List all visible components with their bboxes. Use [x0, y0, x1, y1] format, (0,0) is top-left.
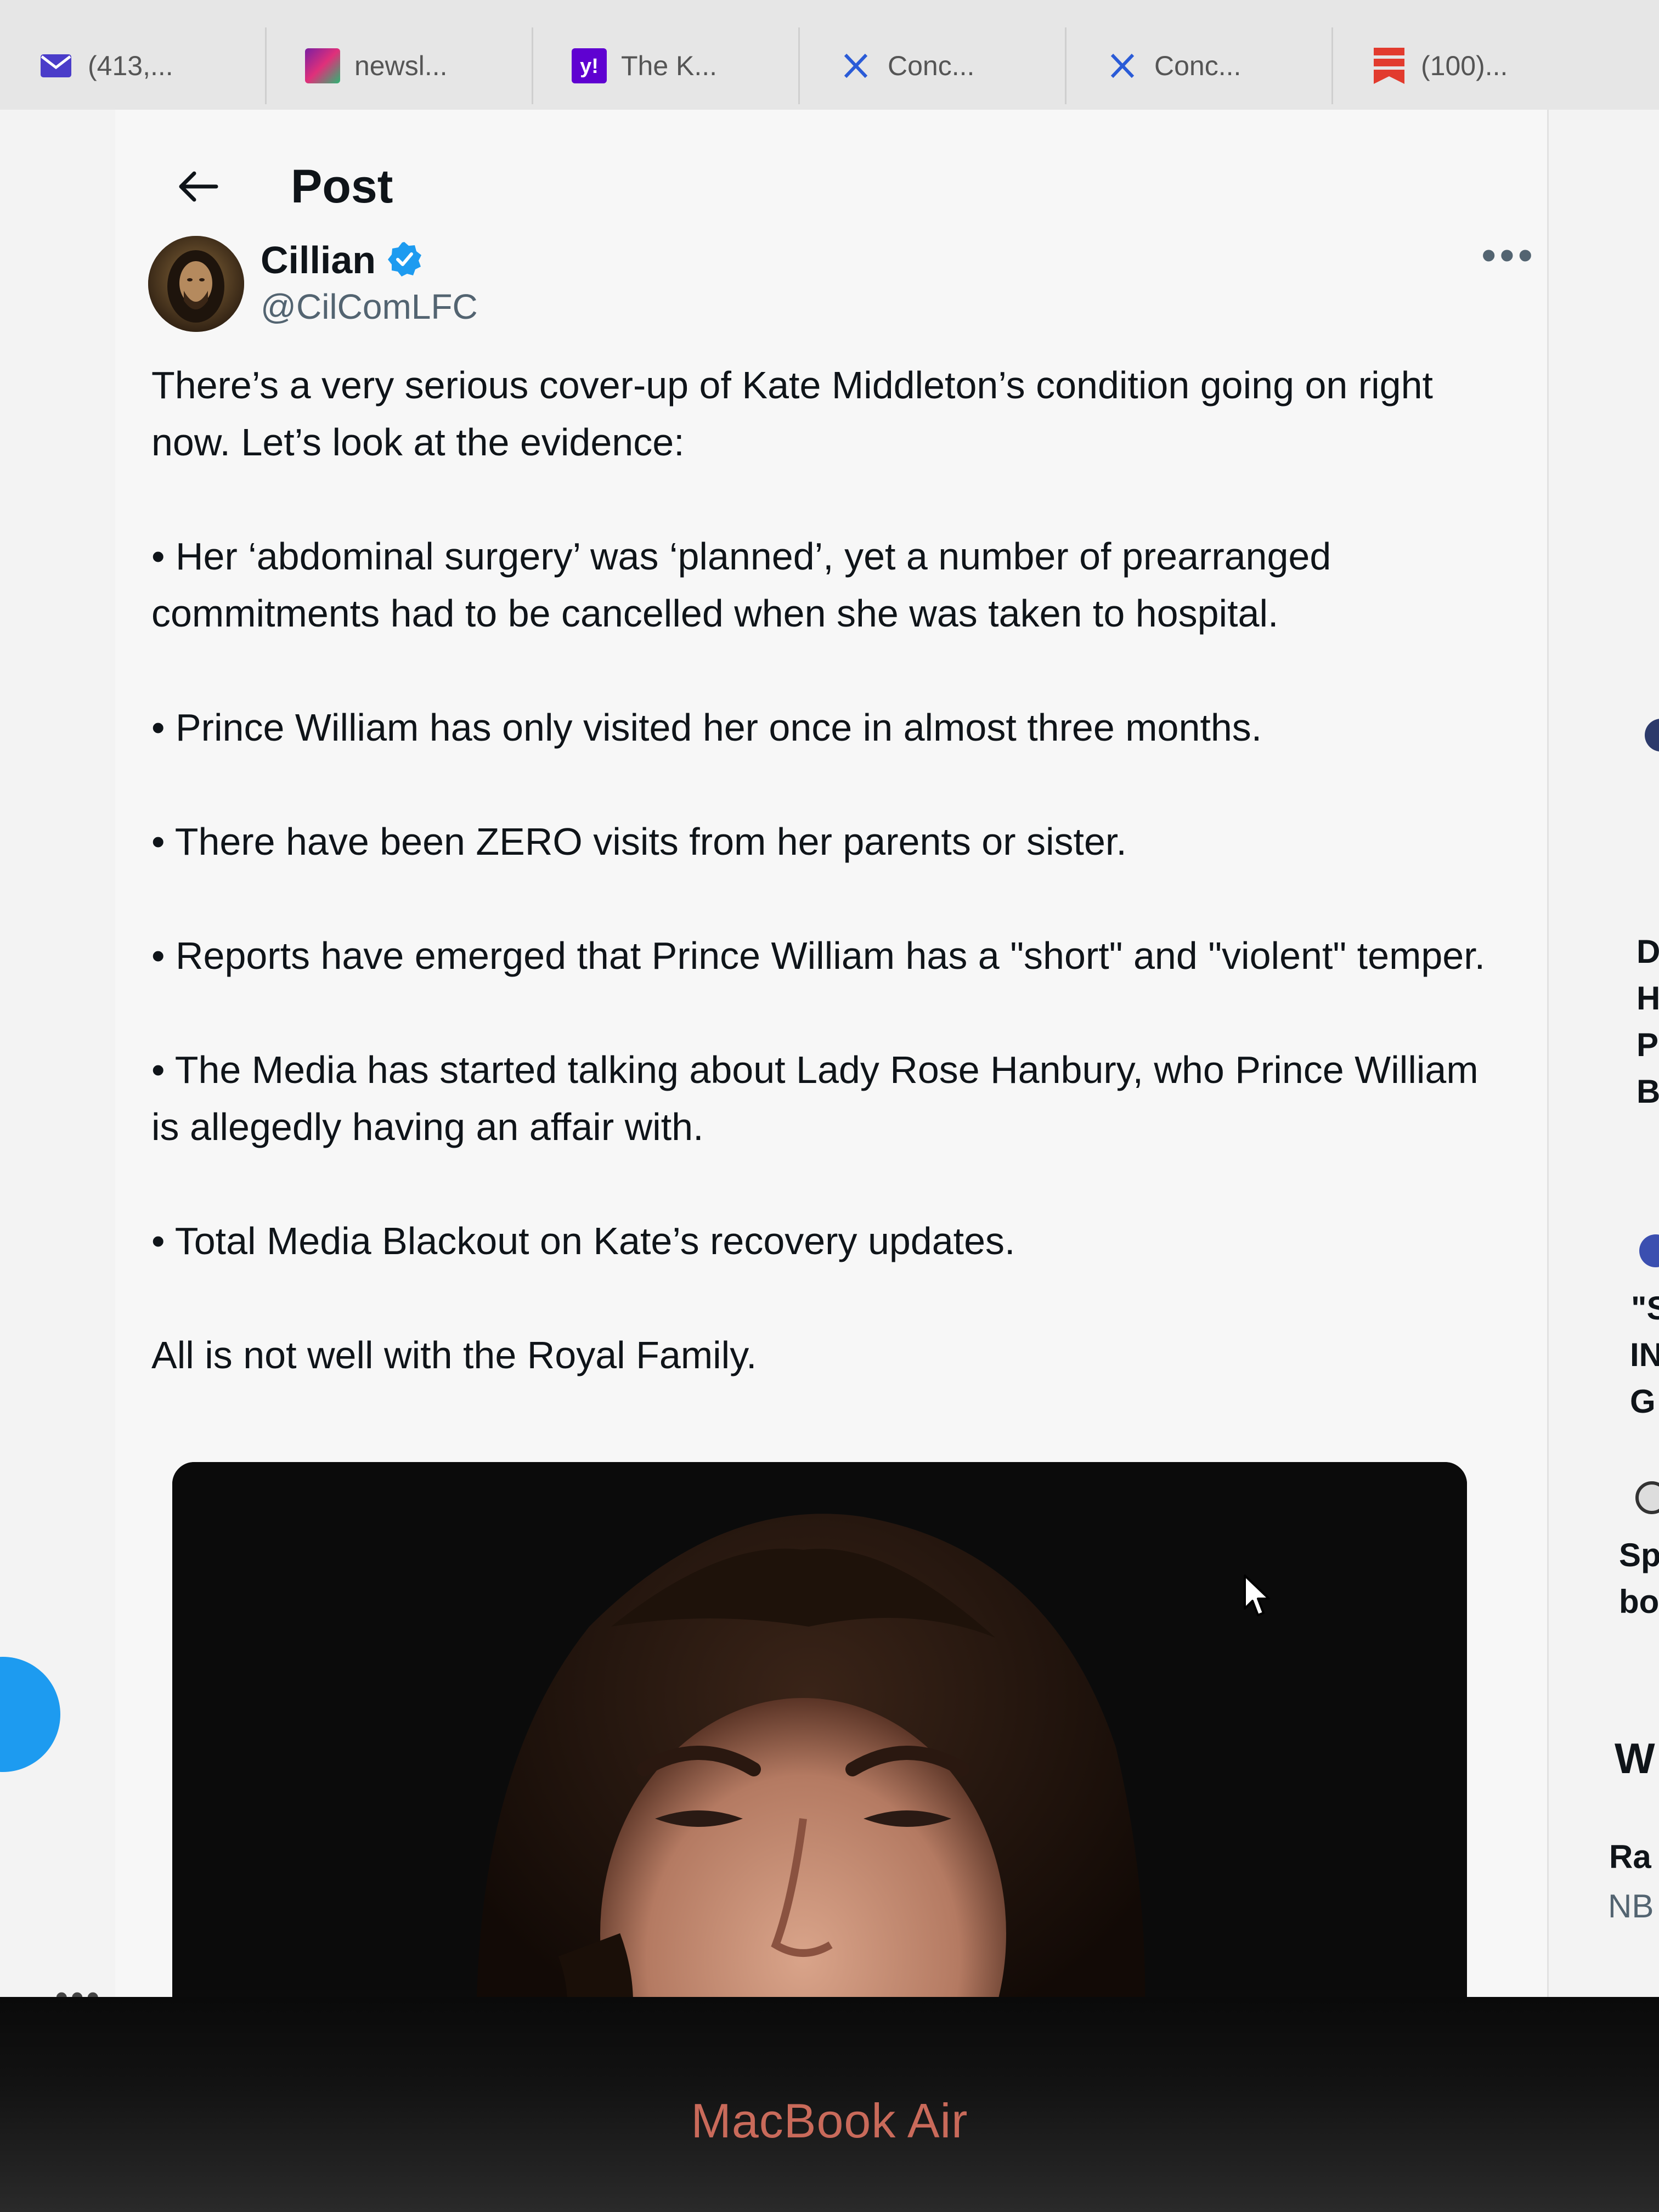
post-text: There’s a very serious cover-up of Kate …	[151, 357, 1496, 1384]
post-author: Cillian @CilComLFC •••	[148, 231, 1533, 346]
post-paragraph: All is not well with the Royal Family.	[151, 1334, 757, 1376]
mouse-cursor-icon	[1243, 1573, 1276, 1623]
avatar	[1639, 1234, 1659, 1267]
laptop-bezel: MacBook Air	[0, 1997, 1659, 2212]
tab-label: newsl...	[354, 50, 448, 81]
gradient-favicon-icon	[305, 48, 340, 83]
post-header: Post	[148, 132, 1520, 241]
post-bullet: • The Media has started talking about La…	[151, 1048, 1479, 1148]
sidebar-fragment: G	[1630, 1383, 1656, 1420]
sidebar-fragment: P	[1637, 1026, 1659, 1063]
post-bullet: • Prince William has only visited her on…	[151, 706, 1262, 749]
yahoo-icon: y!	[572, 48, 607, 83]
laptop-brand-label: MacBook Air	[691, 2094, 968, 2148]
post-paragraph: There’s a very serious cover-up of Kate …	[151, 364, 1433, 464]
browser-tab-bar: (413,... newsl... y! The K... Conc... Co…	[0, 0, 1659, 111]
post-bullet: • Total Media Blackout on Kate’s recover…	[151, 1220, 1015, 1262]
bookmark-icon	[1372, 48, 1407, 84]
more-options-icon[interactable]: •••	[1481, 230, 1536, 280]
left-navigation: •••	[0, 110, 117, 1997]
tab-label: Conc...	[888, 50, 975, 81]
tab-label: (413,...	[88, 50, 173, 81]
right-sidebar: D H P B "S IN G Sp bo W Ra NB	[1547, 110, 1659, 1997]
sidebar-fragment: D	[1637, 933, 1659, 970]
avatar	[1635, 1481, 1659, 1514]
sidebar-heading: W	[1615, 1734, 1655, 1782]
sidebar-fragment: H	[1637, 980, 1659, 1017]
sidebar-fragment: bo	[1619, 1583, 1659, 1620]
post-bullet: • Her ‘abdominal surgery’ was ‘planned’,…	[151, 535, 1331, 635]
compose-post-button[interactable]	[0, 1657, 60, 1772]
tab-x-1[interactable]: Conc...	[800, 27, 1066, 104]
x-icon	[838, 48, 873, 83]
sidebar-fragment: Ra	[1609, 1838, 1651, 1875]
sidebar-fragment: Sp	[1619, 1537, 1659, 1573]
sidebar-fragment: B	[1637, 1073, 1659, 1110]
tab-label: (100)...	[1421, 50, 1508, 81]
tab-yahoo[interactable]: y! The K...	[533, 27, 800, 104]
post-bullet: • Reports have emerged that Prince Willi…	[151, 934, 1486, 977]
back-arrow-icon[interactable]	[165, 154, 230, 219]
avatar[interactable]	[148, 236, 244, 332]
sidebar-fragment: IN	[1630, 1336, 1659, 1373]
tab-bookmark[interactable]: (100)...	[1333, 27, 1659, 104]
tab-mail[interactable]: (413,...	[0, 27, 267, 104]
verified-badge-icon	[386, 240, 423, 280]
author-handle[interactable]: @CilComLFC	[261, 286, 478, 327]
post-bullet: • There have been ZERO visits from her p…	[151, 820, 1127, 863]
author-name[interactable]: Cillian	[261, 238, 376, 282]
laptop-screen: (413,... newsl... y! The K... Conc... Co…	[0, 0, 1659, 1997]
sidebar-fragment: NB	[1608, 1888, 1654, 1925]
post-detail-column: Post Cillian @CilComLFC ••• There’s a ve…	[115, 110, 1547, 1997]
tab-label: The K...	[621, 50, 718, 81]
page-title: Post	[291, 160, 393, 213]
tab-x-2[interactable]: Conc...	[1066, 27, 1333, 104]
mail-icon	[38, 48, 74, 83]
x-icon	[1105, 48, 1140, 83]
sidebar-fragment: "S	[1631, 1290, 1659, 1327]
tab-newsletter[interactable]: newsl...	[267, 27, 533, 104]
svg-text:y!: y!	[580, 55, 599, 78]
post-image[interactable]	[172, 1462, 1467, 1997]
tab-label: Conc...	[1154, 50, 1242, 81]
account-more-icon[interactable]: •••	[55, 1975, 102, 1997]
avatar	[1645, 719, 1659, 752]
author-name-row: Cillian	[261, 238, 423, 282]
